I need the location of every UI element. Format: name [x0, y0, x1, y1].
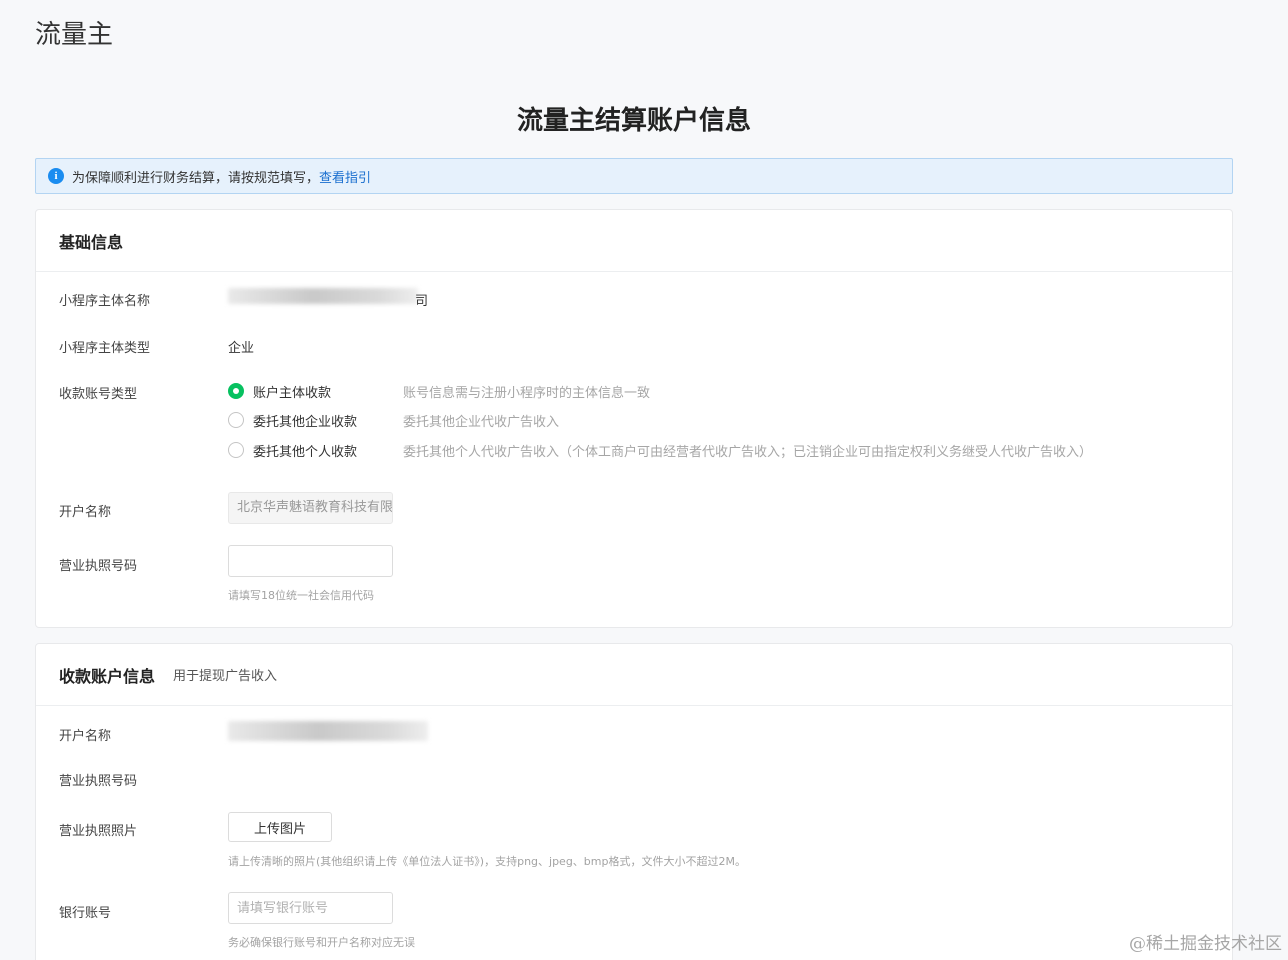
payee-name-label: 开户名称 [59, 729, 112, 744]
radio-button[interactable] [228, 412, 244, 428]
radio-label: 委托其他个人收款 [253, 444, 358, 460]
watermark: @稀土掘金技术社区 [1129, 934, 1282, 954]
notice-text: 为保障顺利进行财务结算，请按规范填写， [72, 170, 320, 186]
radio-hint: 委托其他个人代收广告收入（个体工商户可由经营者代收广告收入；已注销企业可由指定权… [403, 444, 1093, 460]
radio-button-checked[interactable] [228, 383, 244, 399]
radio-hint: 委托其他企业代收广告收入 [403, 414, 560, 430]
payee-account-header: 收款账户信息 用于提现广告收入 [36, 644, 1232, 706]
radio-button[interactable] [228, 442, 244, 458]
payee-account-card: 收款账户信息 用于提现广告收入 开户名称 营业执照号码 营业执照照片 上传图片 … [35, 643, 1233, 960]
radio-option-company[interactable]: 委托其他企业收款 委托其他企业代收广告收入 [228, 410, 559, 430]
account-type-label: 收款账号类型 [59, 387, 138, 402]
radio-label: 账户主体收款 [253, 385, 332, 401]
license-label: 营业执照号码 [59, 559, 138, 574]
upload-help: 请上传清晰的照片(其他组织请上传《单位法人证书》)，支持png、jpeg、bmp… [228, 855, 746, 868]
entity-name-suffix: 司 [415, 294, 429, 309]
view-guide-link[interactable]: 查看指引 [319, 167, 371, 186]
app-title: 流量主 [35, 20, 114, 50]
account-name-field: 北京华声魅语教育科技有限 [228, 492, 393, 524]
radio-option-self[interactable]: 账户主体收款 账号信息需与注册小程序时的主体信息一致 [228, 381, 650, 401]
entity-type-label: 小程序主体类型 [59, 341, 151, 356]
entity-name-redacted [228, 288, 418, 304]
bank-account-label: 银行账号 [59, 906, 112, 921]
payee-account-title: 收款账户信息 [59, 666, 156, 686]
radio-hint: 账号信息需与注册小程序时的主体信息一致 [403, 385, 651, 401]
bank-account-help: 务必确保银行账号和开户名称对应无误 [228, 936, 415, 949]
bank-account-input[interactable] [228, 892, 393, 924]
page-title: 流量主结算账户信息 [516, 106, 751, 136]
entity-type-value: 企业 [228, 341, 255, 356]
basic-info-title: 基础信息 [59, 232, 124, 252]
entity-name-label: 小程序主体名称 [59, 294, 151, 309]
info-icon: i [48, 168, 64, 184]
radio-option-individual[interactable]: 委托其他个人收款 委托其他个人代收广告收入（个体工商户可由经营者代收广告收入；已… [228, 440, 1092, 460]
basic-info-header: 基础信息 [36, 210, 1232, 272]
license-help: 请填写18位统一社会信用代码 [228, 589, 374, 602]
account-name-label: 开户名称 [59, 505, 112, 520]
license-photo-label: 营业执照照片 [59, 824, 138, 839]
license-number-input[interactable] [228, 545, 393, 577]
payee-license-label: 营业执照号码 [59, 774, 138, 789]
radio-label: 委托其他企业收款 [253, 414, 358, 430]
notice-banner: i 为保障顺利进行财务结算，请按规范填写， 查看指引 [35, 158, 1233, 194]
basic-info-card: 基础信息 小程序主体名称 司 小程序主体类型 企业 收款账号类型 账户主体收款 … [35, 209, 1233, 628]
upload-image-button[interactable]: 上传图片 [228, 812, 332, 842]
payee-name-redacted [228, 721, 428, 741]
payee-account-subtitle: 用于提现广告收入 [173, 669, 278, 684]
